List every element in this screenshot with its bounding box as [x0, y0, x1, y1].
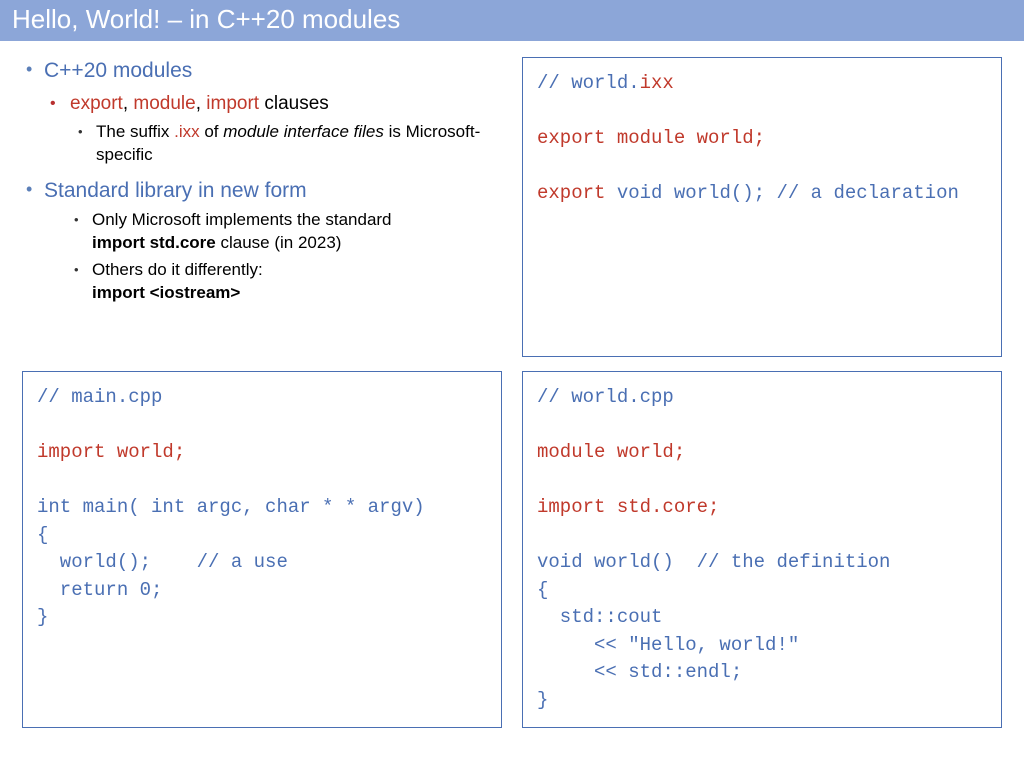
- kw-iostream: import <iostream>: [92, 283, 240, 302]
- bullet-1-sub1-a: The suffix .ixx of module interface file…: [70, 121, 502, 167]
- code-main-cpp: // main.cpp import world; int main( int …: [22, 371, 502, 728]
- bullet-list: C++20 modules export, module, import cla…: [22, 57, 502, 357]
- text: Others do it differently:: [92, 260, 263, 279]
- slide-body: C++20 modules export, module, import cla…: [0, 41, 1024, 742]
- code-world-ixx: // world.ixx export module world; export…: [522, 57, 1002, 357]
- bullet-2-head: Standard library in new form: [44, 179, 307, 202]
- bullet-1-head: C++20 modules: [44, 59, 192, 82]
- text: clause (in 2023): [216, 233, 342, 252]
- bullet-2-sub1: Only Microsoft implements the standard i…: [66, 209, 502, 255]
- text: The suffix: [96, 122, 174, 141]
- kw-export: export: [70, 93, 123, 114]
- slide-title: Hello, World! – in C++20 modules: [0, 0, 1024, 41]
- text: of: [200, 122, 224, 141]
- term-mif: module interface files: [223, 122, 384, 141]
- text: Only Microsoft implements the standard: [92, 210, 392, 229]
- bullet-2-sub2: Others do it differently: import <iostrea…: [66, 259, 502, 305]
- code-world-cpp: // world.cpp module world; import std.co…: [522, 371, 1002, 728]
- kw-module: module: [133, 93, 195, 114]
- text: ,: [196, 93, 207, 114]
- kw-import: import: [206, 93, 259, 114]
- text: clauses: [259, 93, 329, 114]
- suffix-ixx: .ixx: [174, 122, 200, 141]
- kw-std-core: import std.core: [92, 233, 216, 252]
- bullet-1-sub1: export, module, import clauses The suffi…: [44, 91, 502, 167]
- text: ,: [123, 93, 134, 114]
